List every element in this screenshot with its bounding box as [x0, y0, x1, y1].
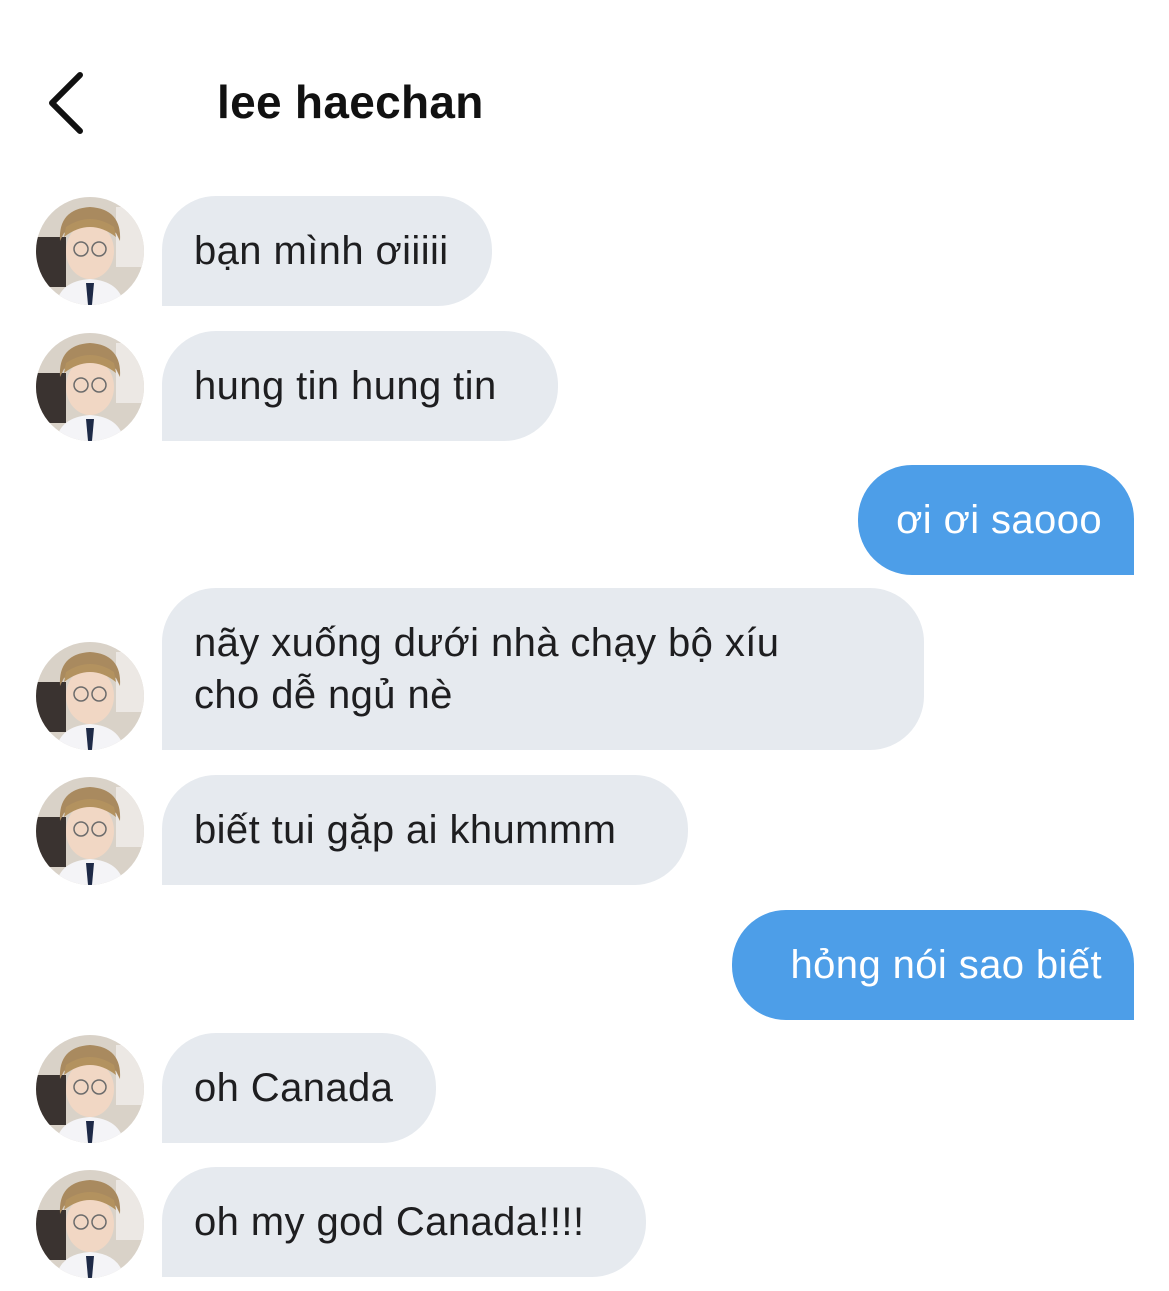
avatar[interactable] [36, 642, 144, 750]
message-text: ơi ơi saooo [896, 498, 1102, 542]
message-thread: bạn mình ơiiiii hung tin hung tin ơi ơi … [0, 0, 1169, 1291]
message-text: bạn mình ơiiiii [194, 229, 449, 273]
message-text: hung tin hung tin [194, 364, 497, 408]
message-text: nãy xuống dưới nhà chạy bộ xíu cho dễ ng… [194, 621, 780, 717]
message-bubble[interactable]: oh Canada [162, 1033, 436, 1143]
message-text: oh my god Canada!!!! [194, 1200, 585, 1244]
avatar[interactable] [36, 1035, 144, 1143]
message-bubble[interactable]: hung tin hung tin [162, 331, 558, 441]
message-bubble[interactable]: ơi ơi saooo [858, 465, 1134, 575]
avatar[interactable] [36, 333, 144, 441]
message-text: biết tui gặp ai khummm [194, 808, 617, 852]
avatar[interactable] [36, 777, 144, 885]
message-bubble[interactable]: bạn mình ơiiiii [162, 196, 492, 306]
avatar[interactable] [36, 1170, 144, 1278]
message-bubble[interactable]: hỏng nói sao biết [732, 910, 1134, 1020]
avatar[interactable] [36, 197, 144, 305]
message-bubble[interactable]: biết tui gặp ai khummm [162, 775, 688, 885]
message-bubble[interactable]: nãy xuống dưới nhà chạy bộ xíu cho dễ ng… [162, 588, 924, 750]
message-bubble[interactable]: oh my god Canada!!!! [162, 1167, 646, 1277]
message-text: oh Canada [194, 1066, 394, 1110]
message-text: hỏng nói sao biết [790, 943, 1102, 987]
